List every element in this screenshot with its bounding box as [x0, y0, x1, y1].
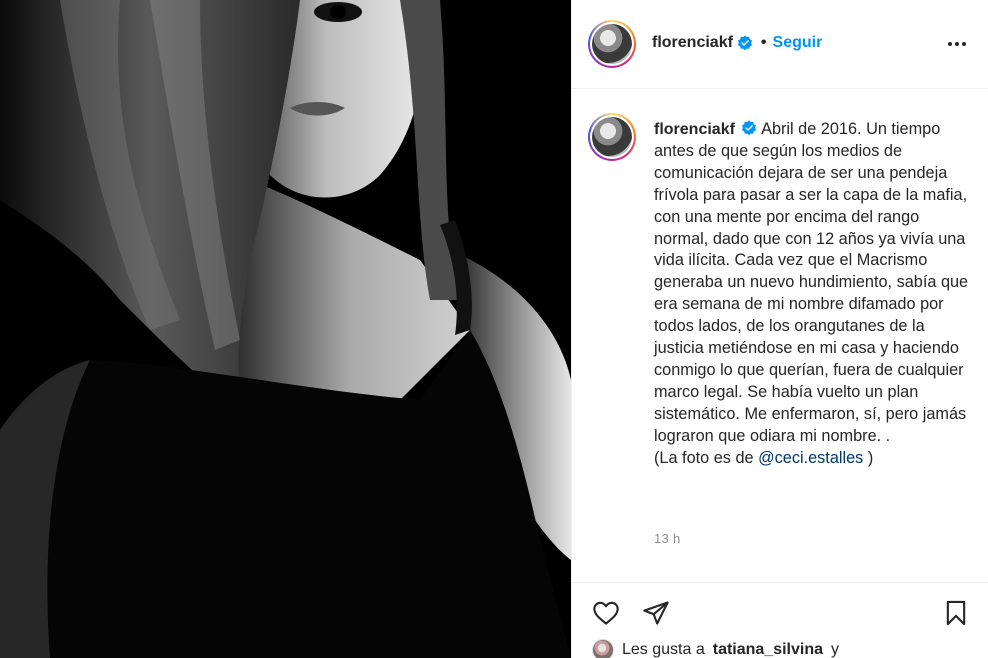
post-header: florenciakf • Seguir — [572, 0, 988, 89]
liker-username[interactable]: tatiana_silvina — [713, 641, 823, 658]
photo-credit-prefix: (La foto es de — [654, 448, 754, 467]
heart-icon[interactable] — [590, 597, 622, 629]
likes-suffix: y — [831, 641, 840, 658]
portrait-image — [0, 0, 571, 658]
post-photo[interactable] — [0, 0, 571, 658]
likes-summary: Les gusta a tatiana_silvina y — [592, 639, 839, 658]
follow-button[interactable]: Seguir — [773, 34, 823, 52]
caption-avatar[interactable] — [588, 113, 636, 161]
author-username[interactable]: florenciakf — [652, 34, 733, 52]
more-options-icon[interactable] — [945, 34, 969, 54]
photo-credit-mention[interactable]: @ceci.estalles — [758, 449, 863, 467]
caption-text: Abril de 2016. Un tiempo antes de que se… — [654, 120, 969, 445]
liker-avatar[interactable] — [592, 639, 614, 658]
paper-plane-icon[interactable] — [640, 597, 672, 629]
photo-credit-suffix: ) — [867, 448, 874, 467]
post-timestamp[interactable]: 13 h — [654, 531, 681, 546]
caption-username[interactable]: florenciakf — [654, 121, 735, 138]
likes-prefix: Les gusta a — [622, 641, 705, 658]
post-caption: florenciakf Abril de 2016. Un tiempo ant… — [654, 119, 970, 470]
bookmark-icon[interactable] — [940, 597, 972, 629]
separator-dot: • — [760, 34, 767, 51]
post-details-panel: florenciakf • Seguir florenciakf Abril d… — [571, 0, 988, 658]
verified-badge-icon — [737, 35, 752, 51]
author-avatar[interactable] — [588, 20, 636, 68]
verified-badge-icon — [742, 120, 757, 136]
post-actions: Les gusta a tatiana_silvina y — [572, 582, 988, 658]
